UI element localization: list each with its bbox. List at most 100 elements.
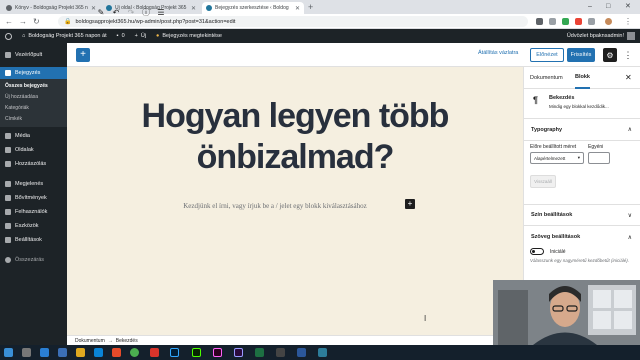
dashboard-icon (5, 52, 11, 58)
minimize-button[interactable]: – (588, 1, 592, 12)
new-content-link[interactable]: + Új (130, 33, 151, 39)
back-icon[interactable]: ← (5, 16, 13, 27)
sidebar-item-comments[interactable]: Hozzászólás (0, 158, 67, 170)
panel-tabs: Dokumentum Blokk (523, 67, 640, 89)
chevron-down-icon: ∨ (627, 212, 632, 219)
close-window-button[interactable]: ✕ (625, 1, 631, 12)
app-icon[interactable] (94, 348, 103, 357)
settings-icon (5, 237, 11, 243)
paragraph-placeholder[interactable]: Kezdjünk el írni, vagy írjuk be a / jele… (100, 202, 450, 210)
inline-add-block-button[interactable]: + (405, 199, 415, 209)
tab-title: Bejegyzés szerkesztése ‹ Boldog (215, 5, 289, 11)
folder-icon[interactable] (76, 348, 85, 357)
settings-gear-icon[interactable]: ⚙ (603, 48, 617, 62)
extension-icon[interactable] (562, 18, 569, 25)
browser-tab-3[interactable]: Bejegyzés szerkesztése ‹ Boldog ✕ (202, 2, 304, 14)
switch-to-draft-button[interactable]: Átállítás vázlatra (478, 50, 518, 56)
home-icon: ⌂ (22, 33, 26, 39)
webcam-video-image (493, 280, 640, 345)
wordpress-icon (206, 5, 212, 11)
color-settings-header[interactable]: Szín beállítások ∨ (523, 204, 640, 226)
sidebar-item-plugins[interactable]: Bővítmények (0, 192, 67, 204)
tab-block[interactable]: Blokk (575, 67, 590, 89)
comment-icon: ▪ (116, 33, 119, 39)
drop-cap-toggle[interactable] (530, 248, 544, 255)
sidebar-item-dashboard[interactable]: Vezérlőpult (0, 49, 67, 61)
search-icon[interactable] (22, 348, 31, 357)
sidebar-item-pages[interactable]: Oldalak (0, 144, 67, 156)
excel-icon[interactable] (255, 348, 264, 357)
tab-document[interactable]: Dokumentum (530, 67, 563, 89)
avatar[interactable] (605, 18, 612, 25)
close-icon[interactable]: ✕ (625, 73, 632, 82)
tools-icon (5, 223, 11, 229)
sidebar-item-posts[interactable]: Bejegyzés (0, 67, 67, 79)
post-title[interactable]: Hogyan legyen több önbizalmad? (100, 96, 490, 178)
app-icon[interactable] (40, 348, 49, 357)
sidebar-collapse[interactable]: Összezárás (0, 254, 67, 266)
custom-size-label: Egyéni (588, 144, 604, 150)
typography-section-header[interactable]: Typography ∧ (523, 119, 640, 141)
reload-icon[interactable]: ↻ (33, 16, 40, 27)
comments-link[interactable]: ▪ 0 (112, 33, 130, 39)
app-icon[interactable] (150, 348, 159, 357)
new-tab-button[interactable]: + (308, 2, 313, 13)
tab-title: Könyv - Boldogság Projekt 365 n (15, 5, 88, 11)
word-icon[interactable] (297, 348, 306, 357)
preview-button[interactable]: Előnézet (530, 48, 564, 62)
premiere-icon[interactable] (234, 348, 243, 357)
windows-start-icon[interactable] (4, 348, 13, 357)
photoshop-icon[interactable] (170, 348, 179, 357)
list-view-icon[interactable]: ☰ (156, 5, 166, 19)
submenu-add-new[interactable]: Új hozzáadása (0, 92, 67, 103)
chrome-icon[interactable] (130, 348, 139, 357)
extension-icon[interactable] (549, 18, 556, 25)
reset-button[interactable]: Visszaáll (530, 175, 556, 188)
breadcrumb-current[interactable]: Bekezdés (116, 338, 138, 344)
extension-icon[interactable] (575, 18, 582, 25)
submenu-categories[interactable]: Kategóriák (0, 103, 67, 114)
page-icon (6, 5, 12, 11)
xd-icon[interactable] (213, 348, 222, 357)
app-icon[interactable] (58, 348, 67, 357)
browser-tab-1[interactable]: Könyv - Boldogság Projekt 365 n ✕ (2, 2, 100, 14)
text-settings-header[interactable]: Szöveg beállítások ∧ (523, 226, 640, 248)
update-button[interactable]: Frissítés (567, 48, 595, 62)
info-icon[interactable]: ⓘ (141, 5, 151, 19)
plus-icon: + (134, 33, 138, 39)
app-icon[interactable] (318, 348, 327, 357)
sidebar-item-appearance[interactable]: Megjelenés (0, 178, 67, 190)
submenu-all-posts[interactable]: Összes bejegyzés (0, 81, 67, 92)
sidebar-item-users[interactable]: Felhasználók (0, 206, 67, 218)
maximize-button[interactable]: □ (606, 1, 610, 12)
menu-icon[interactable]: ⋮ (624, 16, 632, 27)
account-link[interactable]: Üdvözlet bpaknsadmin! (562, 32, 640, 40)
forward-icon[interactable]: → (19, 16, 27, 27)
dreamweaver-icon[interactable] (192, 348, 201, 357)
breadcrumb-document[interactable]: Dokumentum (75, 338, 105, 344)
sidebar-item-tools[interactable]: Eszközök (0, 220, 67, 232)
pencil-icon[interactable]: ✎ (96, 5, 106, 19)
site-name-link[interactable]: ⌂ Boldogság Projekt 365 napon át (17, 33, 112, 39)
submenu-tags[interactable]: Címkék (0, 114, 67, 125)
close-icon[interactable]: ✕ (295, 5, 300, 12)
posts-submenu: Összes bejegyzés Új hozzáadása Kategóriá… (0, 79, 67, 127)
custom-size-input[interactable] (588, 152, 610, 164)
windows-taskbar (0, 345, 640, 360)
sidebar-item-settings[interactable]: Beállítások (0, 234, 67, 246)
wp-logo-icon[interactable] (0, 32, 17, 40)
preset-size-select[interactable]: Alapértelmezett ▾ (530, 152, 584, 164)
app-icon[interactable] (276, 348, 285, 357)
drop-cap-description: Válasszunk egy nagyméretű kezdőbetűt (in… (530, 258, 630, 263)
sidebar-item-media[interactable]: Média (0, 130, 67, 142)
close-icon[interactable]: ✕ (191, 5, 196, 12)
app-icon[interactable] (112, 348, 121, 357)
add-block-button[interactable]: + (76, 48, 90, 62)
avatar (627, 32, 635, 40)
extension-icon[interactable] (536, 18, 543, 25)
view-post-link[interactable]: ● Bejegyzés megtekintése (151, 33, 227, 39)
extension-icon[interactable] (588, 18, 595, 25)
more-options-icon[interactable]: ⋮ (623, 48, 633, 62)
redo-icon[interactable]: ↷ (126, 5, 136, 19)
undo-icon[interactable]: ↶ (111, 5, 121, 19)
